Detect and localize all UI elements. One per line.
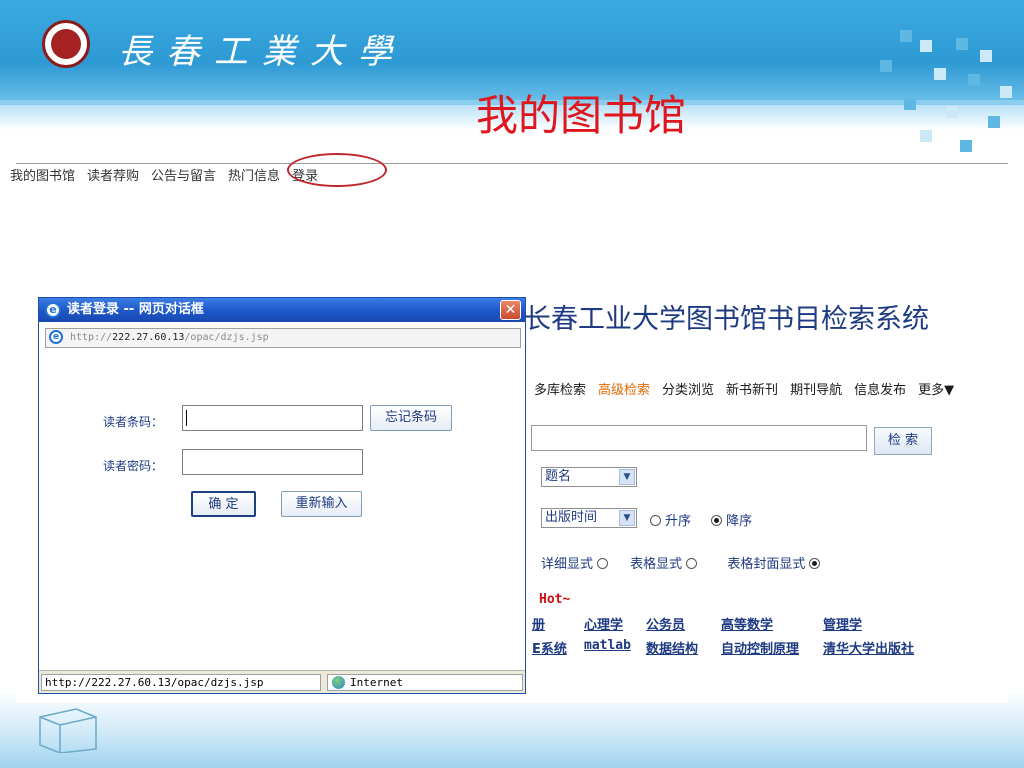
hot-keyword[interactable]: 心理学 xyxy=(584,614,623,633)
sort-asc-radio[interactable] xyxy=(650,515,661,526)
sort-desc-radio[interactable] xyxy=(711,515,723,526)
hot-label: Hot~ xyxy=(539,592,571,607)
display-detail-radio[interactable] xyxy=(597,558,609,569)
sort-asc-label: 升序 xyxy=(665,514,692,529)
tab-news[interactable]: 信息发布 xyxy=(854,379,906,398)
page-icon: e xyxy=(49,330,63,344)
nav-hot-info[interactable]: 热门信息 xyxy=(228,165,280,184)
display-table-label: 表格显式 xyxy=(630,557,683,572)
opac-tabs: 多库检索 高级检索 分类浏览 新书新刊 期刊导航 信息发布 更多▼ xyxy=(534,379,954,398)
dialog-title-bar[interactable]: 读者登录 -- 网页对话框 xyxy=(39,298,525,322)
tab-journals[interactable]: 期刊导航 xyxy=(790,379,842,398)
tab-multi-db[interactable]: 多库检索 xyxy=(534,379,586,398)
tab-new-books[interactable]: 新书新刊 xyxy=(726,379,778,398)
hot-keyword[interactable]: matlab xyxy=(584,638,631,653)
display-cover-radio[interactable] xyxy=(809,558,821,569)
hot-keyword[interactable]: 自动控制原理 xyxy=(721,638,799,657)
hot-keyword[interactable]: 公务员 xyxy=(646,614,685,633)
confirm-button[interactable]: 确 定 xyxy=(191,491,256,517)
dialog-title: 读者登录 -- 网页对话框 xyxy=(67,302,204,317)
reset-button[interactable]: 重新输入 xyxy=(281,491,362,517)
address-path: /opac/dzjs.jsp xyxy=(184,332,269,343)
display-table-radio[interactable] xyxy=(686,558,698,569)
address-bar: http://222.27.60.13/opac/dzjs.jsp xyxy=(45,328,521,348)
sort-select-value: 出版时间 xyxy=(545,510,598,525)
nav-announcements[interactable]: 公告与留言 xyxy=(151,165,216,184)
hot-keyword[interactable]: 清华大学出版社 xyxy=(823,638,914,657)
sort-order-row: 升序 降序 xyxy=(646,510,752,529)
hot-keyword[interactable]: E系统 xyxy=(532,638,567,657)
display-detail-label: 详细显式 xyxy=(541,557,594,572)
status-zone-label: Internet xyxy=(350,676,403,689)
hot-keyword[interactable]: 数据结构 xyxy=(646,638,698,657)
tab-advanced[interactable]: 高级检索 xyxy=(598,379,650,398)
display-mode-row: 详细显式 表格显式 表格封面显式 xyxy=(541,553,824,572)
search-button[interactable]: 检 索 xyxy=(874,427,932,455)
display-cover-label: 表格封面显式 xyxy=(727,557,806,572)
field-select-value: 题名 xyxy=(545,469,572,484)
status-bar: http://222.27.60.13/opac/dzjs.jsp Intern… xyxy=(39,670,525,693)
globe-icon xyxy=(332,676,345,689)
forgot-barcode-button[interactable]: 忘记条码 xyxy=(370,405,452,431)
address-host: 222.27.60.13 xyxy=(112,332,185,343)
sort-select[interactable]: 出版时间 ▼ xyxy=(541,508,637,528)
password-input[interactable] xyxy=(182,449,363,475)
reader-login-dialog: 读者登录 -- 网页对话框 e ✕ http://222.27.60.13/op… xyxy=(38,297,526,694)
barcode-label: 读者条码： xyxy=(103,415,164,429)
university-name: 長春工業大學 xyxy=(118,32,406,72)
status-zone: Internet xyxy=(327,674,523,691)
field-select[interactable]: 题名 ▼ xyxy=(541,467,637,487)
opac-title: 长春工业大学图书馆书目检索系统 xyxy=(524,304,929,335)
status-url: http://222.27.60.13/opac/dzjs.jsp xyxy=(41,674,321,691)
footer-box-decoration xyxy=(39,708,97,753)
sort-desc-label: 降序 xyxy=(726,514,753,529)
opac-search-input[interactable] xyxy=(531,425,867,451)
login-highlight-ellipse xyxy=(287,153,387,187)
hot-keyword[interactable]: 管理学 xyxy=(823,614,862,633)
tab-classify[interactable]: 分类浏览 xyxy=(662,379,714,398)
chevron-down-icon: ▼ xyxy=(619,510,635,526)
pixel-decoration xyxy=(860,30,1020,160)
barcode-input[interactable] xyxy=(182,405,363,431)
slide-title: 我的图书馆 xyxy=(476,91,687,140)
password-label: 读者密码： xyxy=(103,459,164,473)
chevron-down-icon: ▼ xyxy=(619,469,635,485)
nav-my-library[interactable]: 我的图书馆 xyxy=(10,165,75,184)
dialog-body: 读者条码： 忘记条码 读者密码： 确 定 重新输入 xyxy=(39,350,525,666)
ie-logo-icon: e xyxy=(45,302,61,318)
tab-more[interactable]: 更多▼ xyxy=(918,379,954,398)
hot-keyword[interactable]: 册 xyxy=(532,614,545,633)
university-logo xyxy=(42,20,90,68)
hot-keyword[interactable]: 高等数学 xyxy=(721,614,773,633)
nav-reader-recommend[interactable]: 读者荐购 xyxy=(87,165,139,184)
close-icon[interactable]: ✕ xyxy=(500,300,521,320)
top-nav: 我的图书馆 读者荐购 公告与留言 热门信息 登录 xyxy=(10,164,318,184)
address-prefix: http:// xyxy=(70,332,113,343)
